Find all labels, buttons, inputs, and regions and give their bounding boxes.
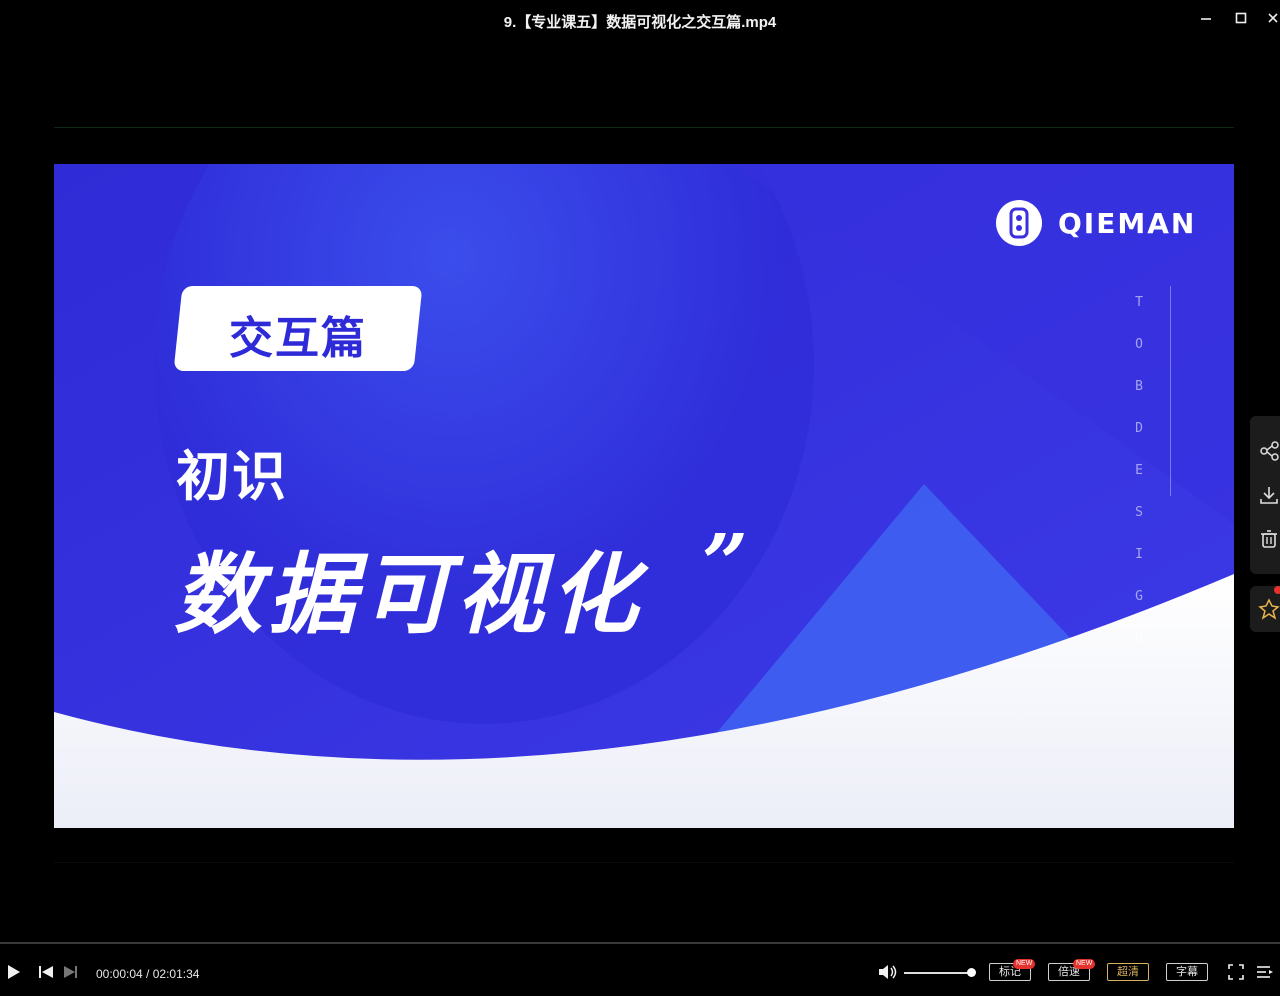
slide-main-title: 数据可视化	[174, 543, 645, 646]
player-controls: 00:00:04 / 02:01:34 标记 NEW 倍速 NEW 超清 字幕	[0, 944, 1280, 996]
previous-icon	[39, 966, 53, 978]
logo-text: QIEMAN	[1058, 206, 1197, 240]
next-icon	[64, 966, 77, 978]
vertical-brand-text: TOBDESIGN	[1135, 295, 1143, 646]
play-button[interactable]	[6, 964, 22, 985]
video-frame[interactable]: QIEMAN TOBDESIGN 交互篇 初识 数据可视化 ”	[54, 164, 1234, 828]
mark-new-badge: NEW	[1013, 959, 1036, 969]
tag-label: 交互篇	[229, 313, 367, 364]
slide-subtitle: 初识	[176, 445, 288, 508]
pin-button[interactable]	[1258, 598, 1280, 620]
duration: 02:01:34	[152, 967, 200, 981]
volume-slider[interactable]	[904, 972, 972, 974]
delete-button[interactable]	[1258, 528, 1280, 550]
current-time: 00:00:04	[96, 967, 143, 981]
vertical-divider	[1170, 286, 1171, 496]
quote-mark: ”	[702, 516, 749, 610]
volume-knob[interactable]	[967, 968, 976, 977]
volume-button[interactable]	[878, 964, 898, 985]
next-button[interactable]	[63, 965, 79, 984]
delete-icon	[1261, 530, 1277, 548]
maximize-button[interactable]	[1231, 8, 1251, 28]
fullscreen-button[interactable]	[1228, 964, 1244, 985]
quality-button[interactable]: 超清	[1107, 963, 1149, 981]
volume-icon	[879, 965, 897, 979]
time-separator: /	[142, 967, 153, 981]
time-display: 00:00:04 / 02:01:34	[96, 967, 199, 981]
share-button[interactable]	[1258, 440, 1280, 462]
maximize-icon	[1235, 12, 1247, 24]
fullscreen-icon	[1228, 964, 1244, 980]
title-bar: 9.【专业课五】数据可视化之交互篇.mp4	[0, 0, 1280, 42]
letterbox-line-bottom	[54, 862, 1234, 863]
download-button[interactable]	[1258, 484, 1280, 506]
close-button[interactable]	[1263, 8, 1280, 28]
share-icon	[1260, 441, 1279, 461]
play-icon	[8, 965, 20, 979]
playlist-button[interactable]	[1256, 964, 1274, 985]
subtitle-button[interactable]: 字幕	[1166, 963, 1208, 981]
close-icon	[1268, 13, 1278, 23]
logo-emblem-icon	[996, 200, 1042, 246]
side-toolbar	[1250, 416, 1280, 574]
playlist-icon	[1257, 966, 1273, 978]
minimize-icon	[1201, 18, 1211, 20]
qieman-logo: QIEMAN	[996, 200, 1196, 246]
pin-icon	[1258, 598, 1280, 620]
minimize-button[interactable]	[1196, 8, 1216, 28]
speed-new-badge: NEW	[1073, 959, 1096, 969]
window-title: 9.【专业课五】数据可视化之交互篇.mp4	[503, 14, 777, 31]
letterbox-line-top	[54, 127, 1234, 128]
notification-dot	[1274, 586, 1280, 594]
previous-button[interactable]	[38, 965, 54, 984]
download-icon	[1260, 487, 1278, 504]
